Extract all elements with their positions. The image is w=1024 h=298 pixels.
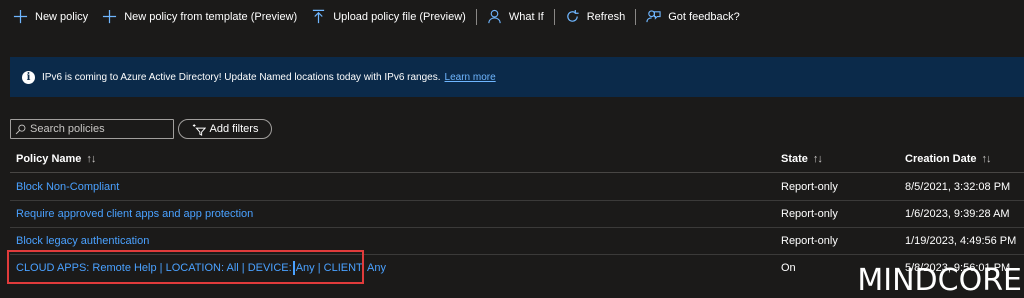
upload-label: Upload policy file (Preview) — [333, 10, 466, 23]
policy-creation-date: 8/5/2021, 3:32:08 PM — [905, 181, 1011, 193]
search-icon — [15, 124, 26, 134]
toolbar-divider — [635, 8, 637, 25]
policy-name-part: Any | CLIENT: Any — [295, 262, 387, 274]
search-box[interactable] — [10, 119, 174, 139]
ipv6-info-banner: i IPv6 is coming to Azure Active Directo… — [10, 57, 1024, 97]
column-label: Policy Name — [16, 153, 82, 165]
filter-icon — [192, 124, 206, 136]
feedback-icon — [646, 10, 661, 23]
toolbar-divider — [553, 8, 555, 25]
learn-more-link[interactable]: Learn more — [445, 72, 496, 83]
column-header-state[interactable]: State ↑↓ — [781, 146, 823, 172]
column-header-creation-date[interactable]: Creation Date ↑↓ — [905, 146, 992, 172]
policy-name-link[interactable]: Require approved client apps and app pro… — [16, 201, 253, 227]
command-bar: New policy New policy from template (Pre… — [0, 0, 1024, 33]
policy-name-part: CLOUD APPS: Remote Help | LOCATION: All … — [16, 262, 292, 274]
sort-icon: ↑↓ — [981, 153, 992, 165]
policy-creation-date: 1/19/2023, 4:49:56 PM — [905, 235, 1017, 247]
text-cursor — [292, 261, 295, 275]
policy-name-link[interactable]: Block legacy authentication — [16, 228, 149, 254]
policy-creation-date: 1/6/2023, 9:39:28 AM — [905, 208, 1010, 220]
add-filters-button[interactable]: Add filters — [178, 119, 272, 139]
table-header: Policy Name ↑↓ State ↑↓ Creation Date ↑↓ — [10, 146, 1024, 173]
plus-icon — [13, 9, 28, 24]
refresh-icon — [566, 9, 579, 22]
new-policy-button[interactable]: New policy — [0, 0, 95, 33]
upload-policy-button[interactable]: Upload policy file (Preview) — [304, 0, 473, 33]
table-row: Block Non-Compliant Report-only 8/5/2021… — [10, 174, 1024, 201]
sort-icon: ↑↓ — [86, 153, 96, 165]
what-if-label: What If — [508, 10, 544, 23]
info-icon: i — [22, 70, 35, 84]
plus-icon — [103, 9, 117, 24]
search-input[interactable] — [30, 123, 160, 135]
policy-state: Report-only — [781, 208, 838, 220]
got-feedback-button[interactable]: Got feedback? — [639, 0, 747, 33]
table-row: Require approved client apps and app pro… — [10, 201, 1024, 228]
policy-state: On — [781, 262, 796, 274]
what-if-button[interactable]: What If — [480, 0, 551, 33]
sort-icon: ↑↓ — [812, 153, 823, 165]
new-from-template-label: New policy from template (Preview) — [124, 10, 298, 23]
new-policy-from-template-button[interactable]: New policy from template (Preview) — [95, 0, 304, 33]
column-label: State — [781, 153, 808, 165]
policy-state: Report-only — [781, 235, 838, 247]
policy-name-link[interactable]: CLOUD APPS: Remote Help | LOCATION: All … — [16, 255, 386, 281]
column-label: Creation Date — [905, 153, 977, 165]
toolbar-divider — [475, 8, 477, 25]
person-icon — [488, 9, 501, 24]
banner-text: IPv6 is coming to Azure Active Directory… — [42, 71, 441, 83]
upload-icon — [313, 9, 325, 24]
policy-name-link[interactable]: Block Non-Compliant — [16, 174, 119, 200]
column-header-policy-name[interactable]: Policy Name ↑↓ — [16, 146, 96, 172]
table-row: Block legacy authentication Report-only … — [10, 228, 1024, 255]
new-policy-label: New policy — [35, 10, 89, 23]
feedback-label: Got feedback? — [668, 10, 740, 23]
refresh-label: Refresh — [586, 10, 626, 23]
watermark: MINDCORE — [857, 263, 1022, 298]
policy-state: Report-only — [781, 181, 838, 193]
add-filters-label: Add filters — [209, 123, 259, 135]
refresh-button[interactable]: Refresh — [558, 0, 633, 33]
